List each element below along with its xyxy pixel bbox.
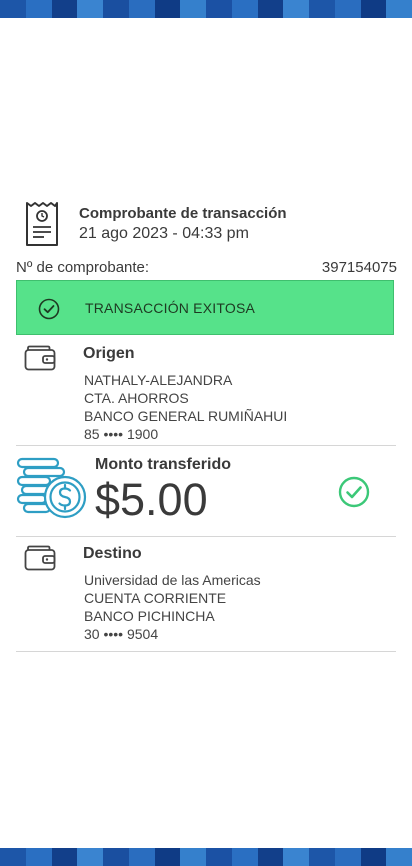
destination-title: Destino	[83, 545, 142, 562]
destination-account-type: CUENTA CORRIENTE	[84, 590, 227, 606]
destination-account-number: 30 •••• 9504	[84, 626, 159, 642]
transaction-date: 21 ago 2023 - 04:33 pm	[79, 225, 249, 242]
destination-details: Universidad de las Americas CUENTA CORRI…	[84, 571, 261, 643]
bottom-decorative-stripe	[0, 848, 412, 866]
origin-details: NATHALY-ALEJANDRA CTA. AHORROS BANCO GEN…	[84, 371, 287, 443]
amount-value: $5.00	[95, 474, 208, 525]
receipt-number-label: Nº de comprobante:	[16, 259, 150, 276]
status-banner: TRANSACCIÓN EXITOSA	[16, 280, 394, 335]
origin-title: Origen	[83, 345, 135, 362]
origin-bank: BANCO GENERAL RUMIÑAHUI	[84, 408, 288, 424]
receipt-number-row: Nº de comprobante: 397154075	[16, 259, 397, 279]
page-title: Comprobante de transacción	[79, 205, 287, 222]
top-decorative-stripe	[0, 0, 412, 18]
success-check-icon	[338, 476, 370, 508]
origin-account-number: 85 •••• 1900	[84, 426, 159, 442]
wallet-icon	[24, 345, 56, 371]
origin-name: NATHALY-ALEJANDRA	[84, 372, 233, 388]
status-text: TRANSACCIÓN EXITOSA	[85, 300, 256, 316]
origin-account-type: CTA. AHORROS	[84, 390, 189, 406]
wallet-icon	[24, 545, 56, 571]
transaction-header: Comprobante de transacción 21 ago 2023 -…	[24, 200, 394, 250]
amount-title: Monto transferido	[95, 456, 231, 473]
amount-section: Monto transferido $5.00	[16, 446, 396, 537]
receipt-icon	[26, 202, 58, 246]
destination-section: Destino Universidad de las Americas CUEN…	[16, 537, 396, 652]
check-circle-icon	[38, 298, 60, 320]
coins-dollar-icon	[16, 457, 87, 519]
origin-section: Origen NATHALY-ALEJANDRA CTA. AHORROS BA…	[16, 337, 396, 446]
receipt-number-value: 397154075	[321, 259, 397, 276]
destination-name: Universidad de las Americas	[84, 572, 261, 588]
destination-bank: BANCO PICHINCHA	[84, 608, 215, 624]
